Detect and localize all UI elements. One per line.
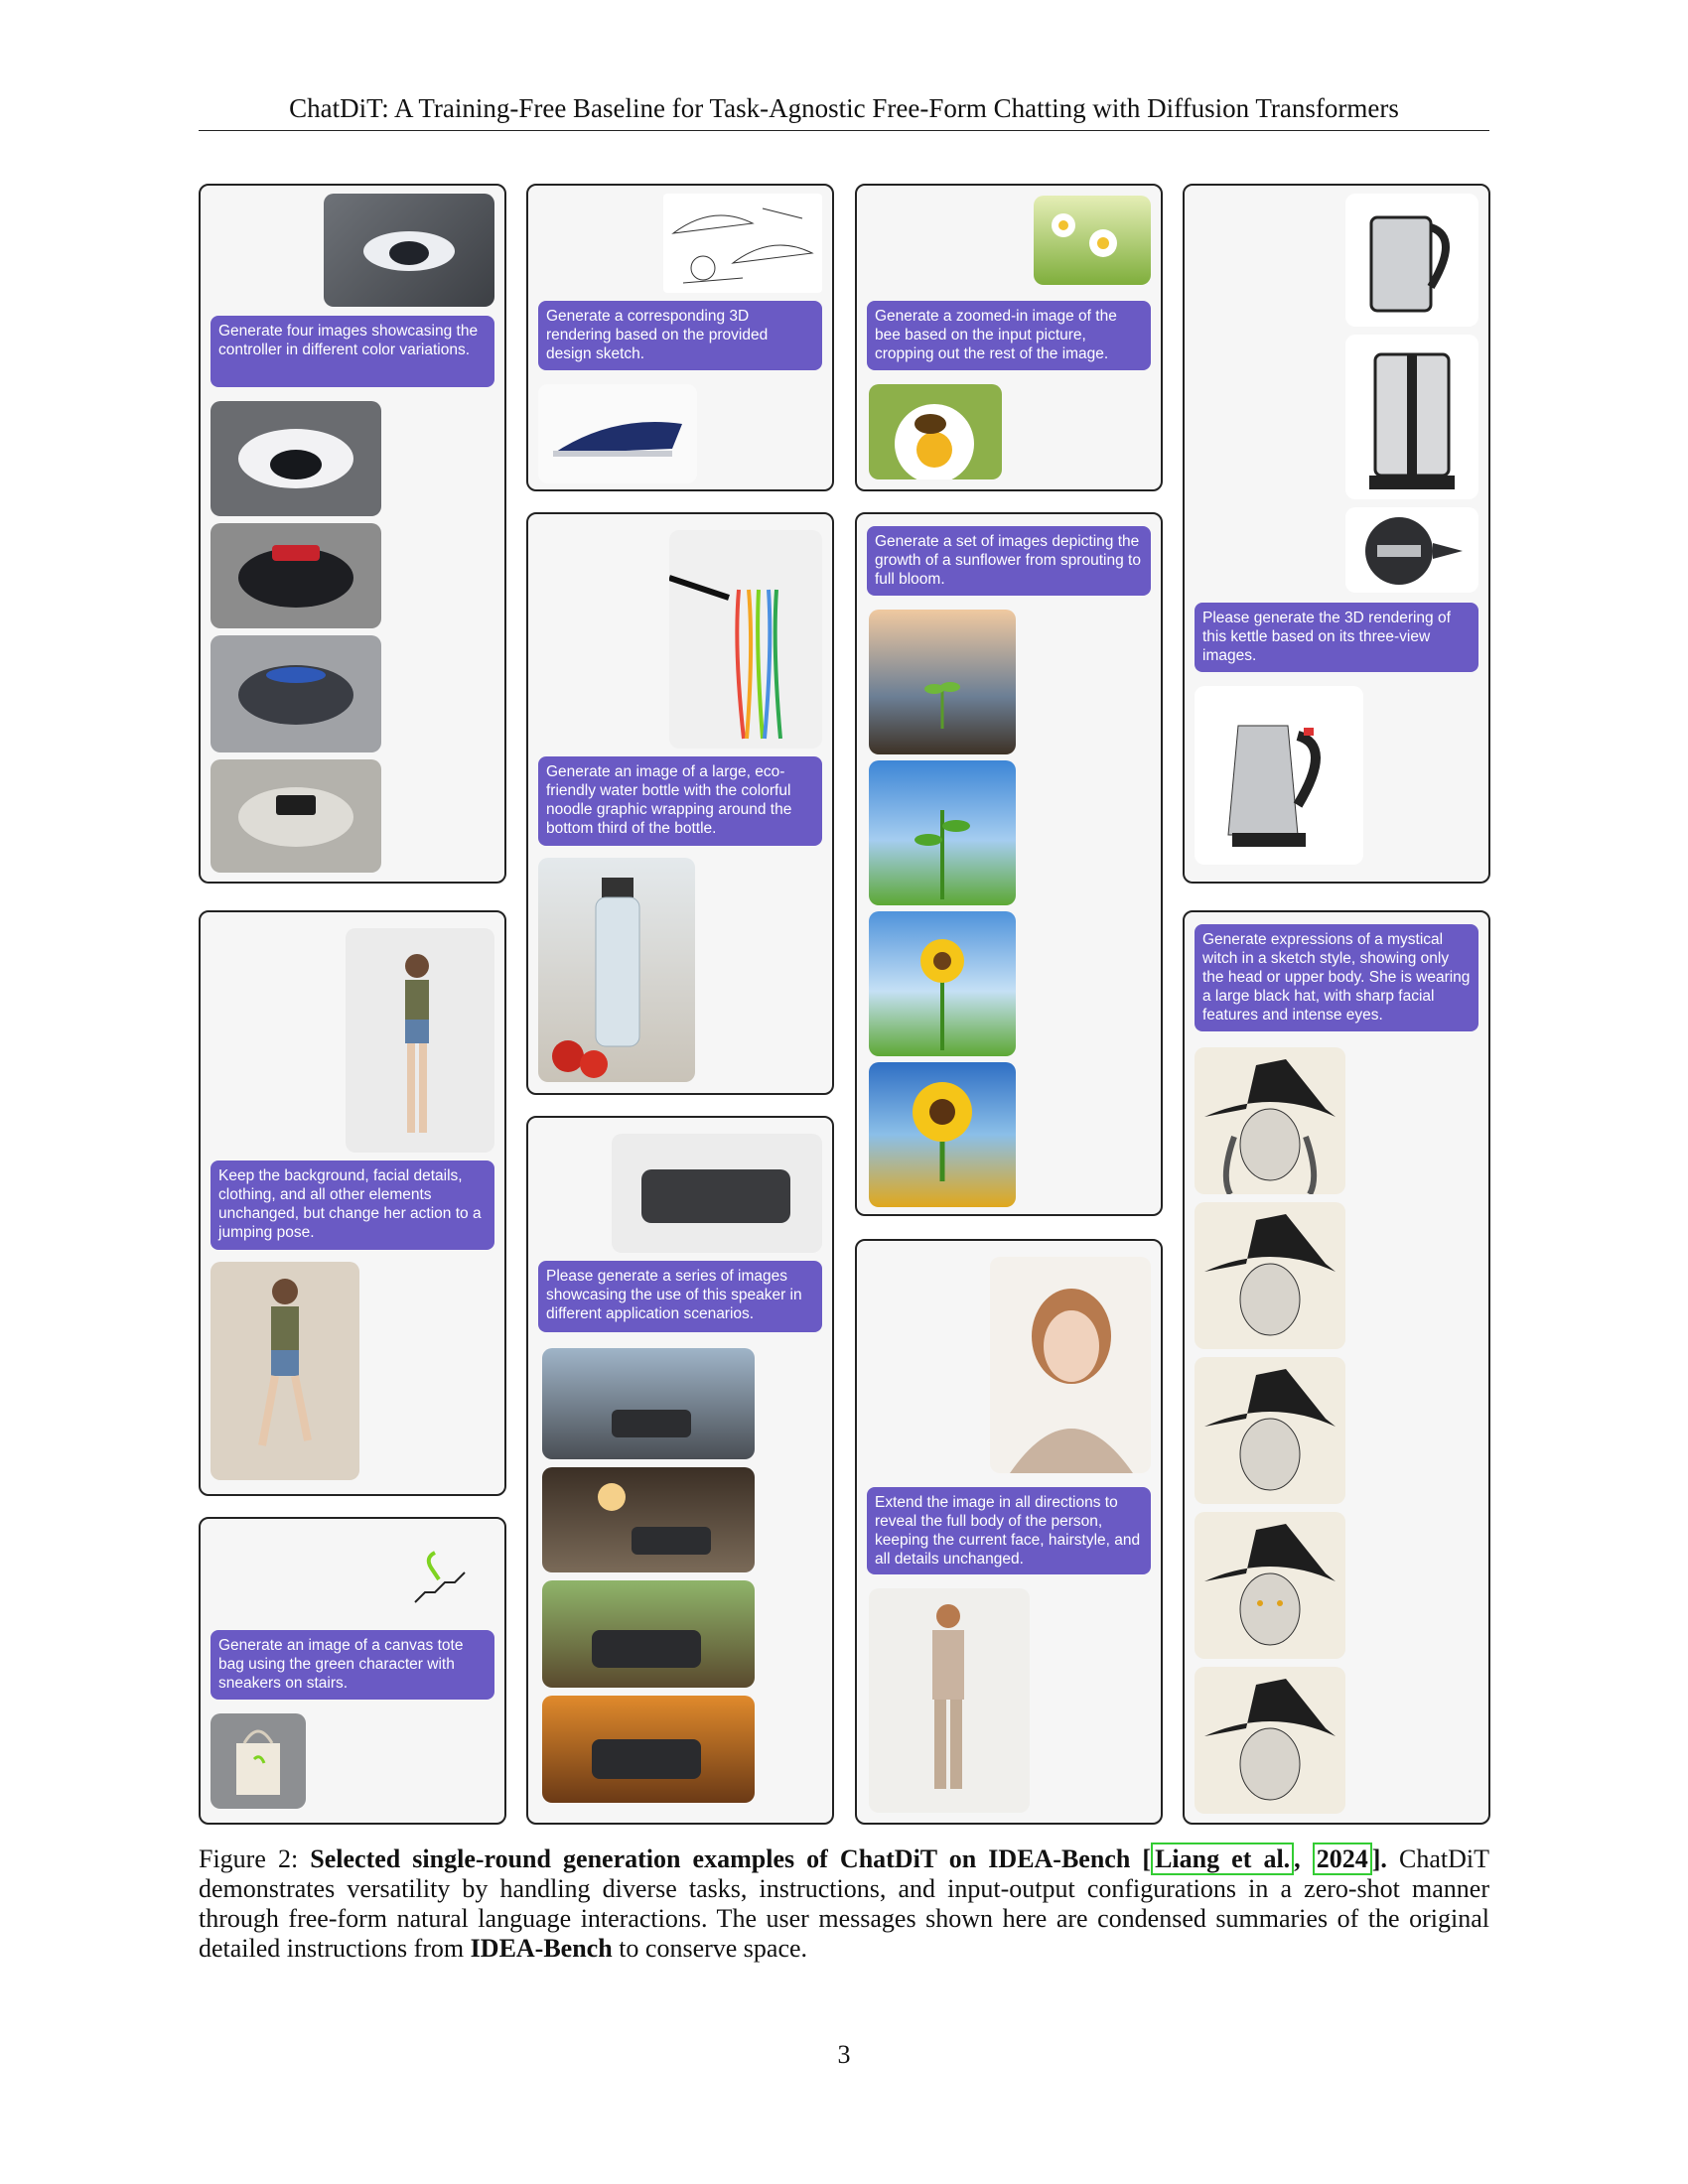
input-image-kettle-top [1345, 507, 1478, 593]
output-image-witch-1 [1195, 1047, 1345, 1194]
example-panel-jumping-pose: Keep the background, facial details, clo… [199, 910, 506, 1496]
output-image-controller-classic [211, 759, 381, 873]
figure-label: Figure 2: [199, 1844, 299, 1873]
example-panel-tote-bag: Generate an image of a canvas tote bag u… [199, 1517, 506, 1825]
input-image-kettle-side [1345, 194, 1478, 327]
citation-link-year[interactable]: 2024 [1312, 1843, 1372, 1875]
output-image-controller-chrome [211, 635, 381, 752]
user-prompt-bubble: Generate four images showcasing the cont… [211, 316, 494, 387]
header-rule [199, 130, 1489, 131]
example-panel-sunflower: Generate a set of images depicting the g… [855, 512, 1163, 1216]
example-panel-witch: Generate expressions of a mystical witch… [1183, 910, 1490, 1825]
output-image-young-plant [869, 760, 1016, 905]
input-image-daisies-bee [1034, 196, 1151, 285]
example-panel-water-bottle: Generate an image of a large, eco-friend… [526, 512, 834, 1095]
user-prompt-bubble: Please generate a series of images showc… [538, 1261, 822, 1332]
user-prompt-bubble: Please generate the 3D rendering of this… [1195, 603, 1478, 672]
output-image-speaker-desk [542, 1348, 755, 1459]
caption-title: Selected single-round generation example… [310, 1843, 1387, 1875]
input-image-noodle-graphic [669, 530, 822, 749]
output-image-full-body [869, 1588, 1030, 1813]
user-prompt-bubble: Generate a set of images depicting the g… [867, 526, 1151, 596]
running-header: ChatDiT: A Training-Free Baseline for Ta… [289, 93, 1399, 123]
output-image-bee-closeup [869, 384, 1002, 479]
input-image-kettle-front [1345, 335, 1478, 499]
output-image-woman-jumping [211, 1262, 359, 1480]
output-image-speaker-living-room [542, 1467, 755, 1572]
caption-benchmark-name: IDEA-Bench [470, 1934, 613, 1963]
figure-caption: Figure 2: Selected single-round generati… [199, 1843, 1489, 1964]
example-panel-controller: Generate four images showcasing the cont… [199, 184, 506, 884]
input-image-green-character [405, 1543, 475, 1612]
output-image-witch-4 [1195, 1512, 1345, 1659]
output-image-speaker-outdoor [542, 1580, 755, 1688]
input-image-portrait [990, 1257, 1151, 1473]
user-prompt-bubble: Keep the background, facial details, clo… [211, 1160, 494, 1250]
output-image-iron-render [538, 384, 697, 483]
input-image-speaker [612, 1134, 822, 1253]
user-prompt-bubble: Generate expressions of a mystical witch… [1195, 924, 1478, 1031]
output-image-kettle-render [1195, 686, 1363, 865]
citation-link-author[interactable]: Liang et al. [1151, 1843, 1295, 1875]
output-image-controller-red [211, 523, 381, 628]
output-image-witch-3 [1195, 1357, 1345, 1504]
output-image-sprout [869, 610, 1016, 754]
output-image-full-bloom [869, 1062, 1016, 1207]
user-prompt-bubble: Extend the image in all directions to re… [867, 1487, 1151, 1574]
output-image-witch-2 [1195, 1202, 1345, 1349]
output-image-first-bloom [869, 911, 1016, 1056]
output-image-speaker-autumn [542, 1696, 755, 1803]
example-panel-speaker: Please generate a series of images showc… [526, 1116, 834, 1825]
output-image-controller-white [211, 401, 381, 516]
output-image-water-bottle [538, 858, 695, 1082]
example-panel-kettle: Please generate the 3D rendering of this… [1183, 184, 1490, 884]
caption-tail: to conserve space. [612, 1934, 808, 1963]
user-prompt-bubble: Generate an image of a canvas tote bag u… [211, 1630, 494, 1700]
input-image-woman-standing [346, 928, 494, 1153]
example-panel-bee-zoom: Generate a zoomed-in image of the bee ba… [855, 184, 1163, 491]
user-prompt-bubble: Generate a zoomed-in image of the bee ba… [867, 301, 1151, 370]
input-image-controller [324, 194, 494, 307]
output-image-tote-bag [211, 1713, 306, 1809]
user-prompt-bubble: Generate an image of a large, eco-friend… [538, 756, 822, 846]
output-image-witch-5 [1195, 1667, 1345, 1814]
example-panel-outpainting: Extend the image in all directions to re… [855, 1239, 1163, 1825]
example-panel-sketch-to-3d: Generate a corresponding 3D rendering ba… [526, 184, 834, 491]
page-number: 3 [837, 2040, 851, 2069]
user-prompt-bubble: Generate a corresponding 3D rendering ba… [538, 301, 822, 370]
input-image-design-sketch [663, 194, 822, 293]
